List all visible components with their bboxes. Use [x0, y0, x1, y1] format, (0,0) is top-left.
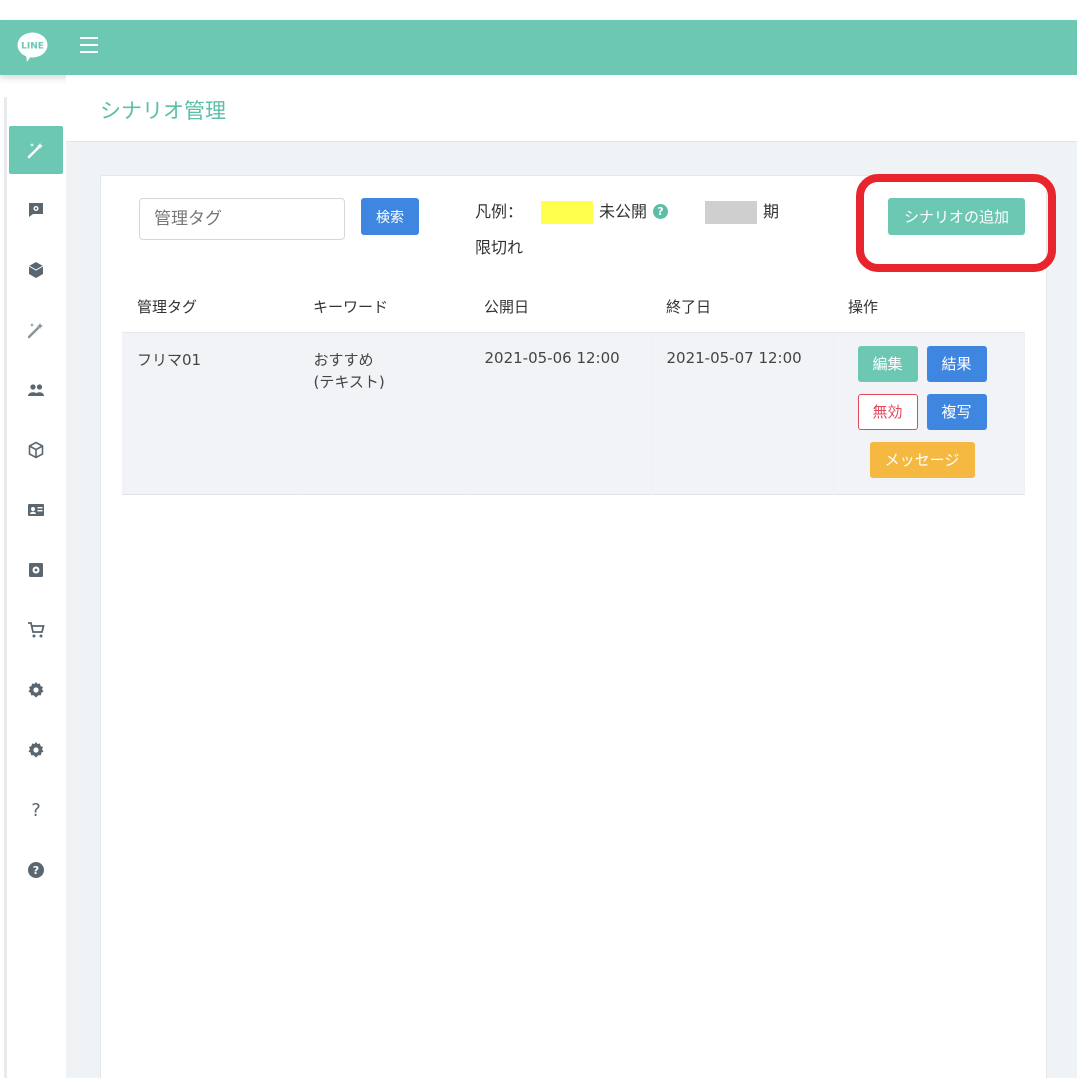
- line-logo[interactable]: LINE: [16, 31, 49, 64]
- sidebar-item-scenario[interactable]: [9, 126, 63, 174]
- cart-icon: [28, 622, 45, 638]
- sidebar-item-users[interactable]: [9, 366, 63, 414]
- disable-button[interactable]: 無効: [857, 393, 918, 430]
- column-header-published[interactable]: 公開日: [469, 282, 651, 333]
- sidebar: ? ?: [4, 97, 66, 1078]
- copy-button[interactable]: 複写: [926, 393, 987, 430]
- cell-tag: フリマ01: [122, 332, 299, 494]
- scenario-table: 管理タグ キーワード 公開日 終了日 操作 フリマ01 おすすめ (テキスト) …: [122, 282, 1025, 495]
- cell-keyword: おすすめ (テキスト): [298, 332, 470, 494]
- magic-wand-icon: [27, 143, 43, 159]
- cell-end: 2021-05-07 12:00: [651, 332, 834, 494]
- chat-gear-icon: [29, 203, 43, 217]
- sidebar-item-contacts[interactable]: [9, 486, 63, 534]
- sidebar-item-box[interactable]: [9, 426, 63, 474]
- svg-text:?: ?: [31, 801, 41, 819]
- legend-prefix: 凡例：: [475, 202, 524, 221]
- magic-wand-icon: [27, 323, 43, 339]
- keyword-type: (テキスト): [313, 372, 385, 391]
- legend-expired-label-1: 期: [763, 202, 780, 221]
- search-button[interactable]: 検索: [361, 198, 419, 235]
- gear-icon: [28, 682, 44, 698]
- sidebar-item-chat-settings[interactable]: [9, 186, 63, 234]
- column-header-actions: 操作: [833, 282, 1025, 333]
- question-mark-icon: ?: [31, 801, 41, 819]
- cell-actions: 編集 結果 無効 複写 メッセージ: [833, 332, 1025, 494]
- sidebar-item-shop[interactable]: [9, 606, 63, 654]
- cube-outline-icon: [28, 441, 44, 459]
- keyword-text: おすすめ: [313, 350, 374, 369]
- gear-icon: [28, 742, 44, 758]
- top-navbar: LINE: [0, 20, 1077, 75]
- sidebar-item-settings-1[interactable]: [9, 666, 63, 714]
- edit-button[interactable]: 編集: [857, 345, 918, 382]
- cube-filled-icon: [28, 262, 44, 278]
- svg-text:?: ?: [33, 864, 39, 877]
- legend-expired-label-2: 限切れ: [475, 238, 524, 257]
- sidebar-item-faq[interactable]: ?: [9, 786, 63, 834]
- cell-published: 2021-05-06 12:00: [469, 332, 652, 494]
- sidebar-item-settings-2[interactable]: [9, 726, 63, 774]
- sidebar-item-package[interactable]: [9, 246, 63, 294]
- sidebar-item-help[interactable]: ?: [9, 846, 63, 894]
- action-buttons: 編集 結果 無効 複写 メッセージ: [848, 345, 987, 486]
- sidebar-item-magic[interactable]: [9, 306, 63, 354]
- page-title: シナリオ管理: [100, 99, 226, 123]
- column-header-tag[interactable]: 管理タグ: [122, 282, 298, 333]
- help-circle-icon: ?: [28, 862, 44, 878]
- gear-box-icon: [29, 563, 43, 577]
- users-icon: [28, 384, 44, 396]
- table-row: フリマ01 おすすめ (テキスト) 2021-05-06 12:00 2021-…: [122, 332, 1025, 494]
- contact-card-icon: [28, 504, 44, 516]
- column-header-keyword[interactable]: キーワード: [298, 282, 469, 333]
- help-icon[interactable]: ?: [653, 204, 668, 219]
- table-header-row: 管理タグ キーワード 公開日 終了日 操作: [122, 282, 1025, 333]
- legend-unpublished-swatch: [541, 201, 593, 224]
- sidebar-item-system-settings[interactable]: [9, 546, 63, 594]
- column-header-end[interactable]: 終了日: [651, 282, 833, 333]
- tag-search-input[interactable]: [139, 198, 345, 240]
- hamburger-icon[interactable]: [80, 37, 100, 55]
- page-header: シナリオ管理: [66, 75, 1077, 142]
- result-button[interactable]: 結果: [926, 345, 987, 382]
- legend-expired-swatch: [705, 201, 757, 224]
- legend-unpublished-label: 未公開: [599, 202, 648, 221]
- add-scenario-button[interactable]: シナリオの追加: [888, 198, 1025, 235]
- svg-text:LINE: LINE: [21, 42, 44, 52]
- message-button[interactable]: メッセージ: [869, 441, 975, 478]
- main-content: シナリオ管理 検索 凡例： 未公開 ? 期 限切れ シナリオの追加 管理タグ キ…: [66, 75, 1077, 1078]
- scenario-card: 検索 凡例： 未公開 ? 期 限切れ シナリオの追加 管理タグ キーワード 公開…: [100, 174, 1056, 1078]
